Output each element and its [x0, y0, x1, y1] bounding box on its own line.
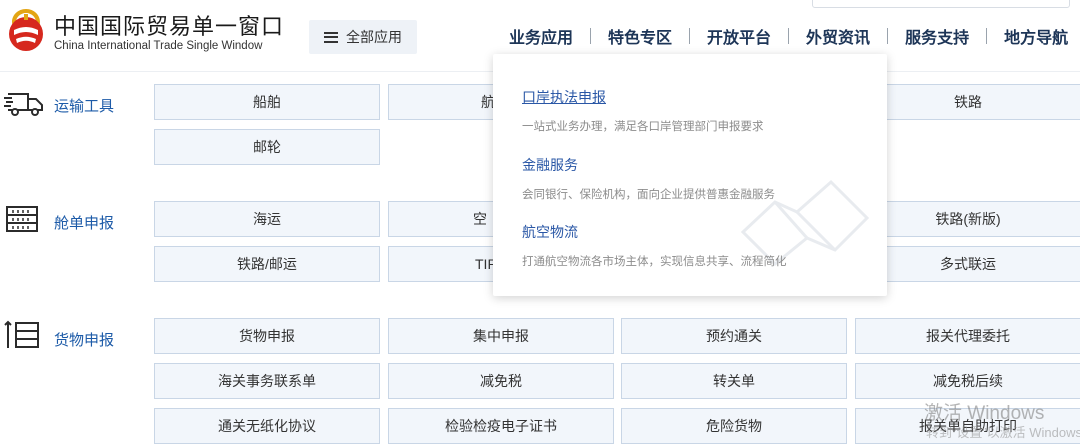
main-nav: 业务应用 特色专区 开放平台 外贸资讯 服务支持 地方导航 — [493, 24, 1080, 48]
search-input[interactable] — [812, 0, 1070, 8]
nav-service-support[interactable]: 服务支持 — [888, 24, 986, 48]
service-cell-transit-form[interactable]: 转关单 — [621, 363, 847, 399]
service-cell-multimodal[interactable]: 多式联运 — [855, 246, 1080, 282]
service-cell-railway-new[interactable]: 铁路(新版) — [855, 201, 1080, 237]
service-cell-customs-contact-form[interactable]: 海关事务联系单 — [154, 363, 380, 399]
service-cell-tax-reduction[interactable]: 减免税 — [388, 363, 614, 399]
dropdown-item-title[interactable]: 金融服务 — [522, 155, 775, 175]
service-cell-air[interactable]: 空 — [388, 201, 493, 237]
category-label-cargo[interactable]: 货物申报 — [54, 329, 114, 350]
service-cell-paperless-agreement[interactable]: 通关无纸化协议 — [154, 408, 380, 444]
service-cell-railway-postal[interactable]: 铁路/邮运 — [154, 246, 380, 282]
manifest-icon — [6, 206, 38, 232]
category-label-transport[interactable]: 运输工具 — [54, 95, 114, 116]
windows-activation-subtext: 转到“设置”以激活 Windows — [926, 425, 1080, 440]
dropdown-item-port-declaration[interactable]: 口岸执法申报 一站式业务办理，满足各口岸管理部门申报要求 — [522, 87, 764, 134]
windows-activation-watermark: 激活 Windows — [924, 403, 1045, 424]
service-cell-ship[interactable]: 船舶 — [154, 84, 380, 120]
nav-local-navigation[interactable]: 地方导航 — [987, 24, 1080, 48]
service-cell-tir[interactable]: TIR — [388, 246, 493, 282]
service-cell-railway[interactable]: 铁路 — [855, 84, 1080, 120]
dropdown-item-air-logistics[interactable]: 航空物流 打通航空物流各市场主体，实现信息共享、流程简化 — [522, 222, 787, 269]
dropdown-item-title[interactable]: 航空物流 — [522, 222, 787, 242]
service-cell-cruise[interactable]: 邮轮 — [154, 129, 380, 165]
all-apps-label: 全部应用 — [346, 29, 402, 45]
dropdown-item-title[interactable]: 口岸执法申报 — [522, 87, 764, 107]
service-cell-label: TIR — [475, 256, 493, 272]
service-cell-dangerous-goods[interactable]: 危险货物 — [621, 408, 847, 444]
service-cell-inspection-certificate[interactable]: 检验检疫电子证书 — [388, 408, 614, 444]
service-cell-tax-followup[interactable]: 减免税后续 — [855, 363, 1080, 399]
category-label-manifest[interactable]: 舱单申报 — [54, 212, 114, 233]
nav-featured-zone[interactable]: 特色专区 — [591, 24, 689, 48]
nav-trade-news[interactable]: 外贸资讯 — [789, 24, 887, 48]
truck-icon — [4, 93, 43, 116]
single-window-logo-icon[interactable] — [4, 6, 48, 56]
all-apps-button[interactable]: 全部应用 — [309, 20, 417, 54]
menu-icon — [324, 31, 338, 43]
service-cell-label: 航 — [481, 92, 493, 112]
dropdown-item-description: 会同银行、保险机构，面向企业提供普惠金融服务 — [522, 189, 775, 201]
nav-open-platform[interactable]: 开放平台 — [690, 24, 788, 48]
business-apps-dropdown: 口岸执法申报 一站式业务办理，满足各口岸管理部门申报要求 金融服务 会同银行、保… — [493, 54, 887, 296]
service-cell-sea[interactable]: 海运 — [154, 201, 380, 237]
service-cell-customs-agent-entrust[interactable]: 报关代理委托 — [855, 318, 1080, 354]
service-cell-aviation[interactable]: 航 — [388, 84, 493, 120]
service-cell-label: 空 — [473, 211, 487, 227]
brand-title[interactable]: 中国国际贸易单一窗口 — [54, 9, 284, 41]
brand-subtitle: China International Trade Single Window — [54, 40, 263, 52]
dropdown-item-financial-services[interactable]: 金融服务 会同银行、保险机构，面向企业提供普惠金融服务 — [522, 155, 775, 202]
dropdown-item-description: 一站式业务办理，满足各口岸管理部门申报要求 — [522, 121, 764, 133]
service-cell-appointment-clearance[interactable]: 预约通关 — [621, 318, 847, 354]
service-cell-goods-declaration[interactable]: 货物申报 — [154, 318, 380, 354]
cargo-icon — [4, 320, 39, 348]
nav-business-apps[interactable]: 业务应用 — [493, 24, 590, 48]
dropdown-item-description: 打通航空物流各市场主体，实现信息共享、流程简化 — [522, 256, 787, 268]
service-cell-centralized-declaration[interactable]: 集中申报 — [388, 318, 614, 354]
